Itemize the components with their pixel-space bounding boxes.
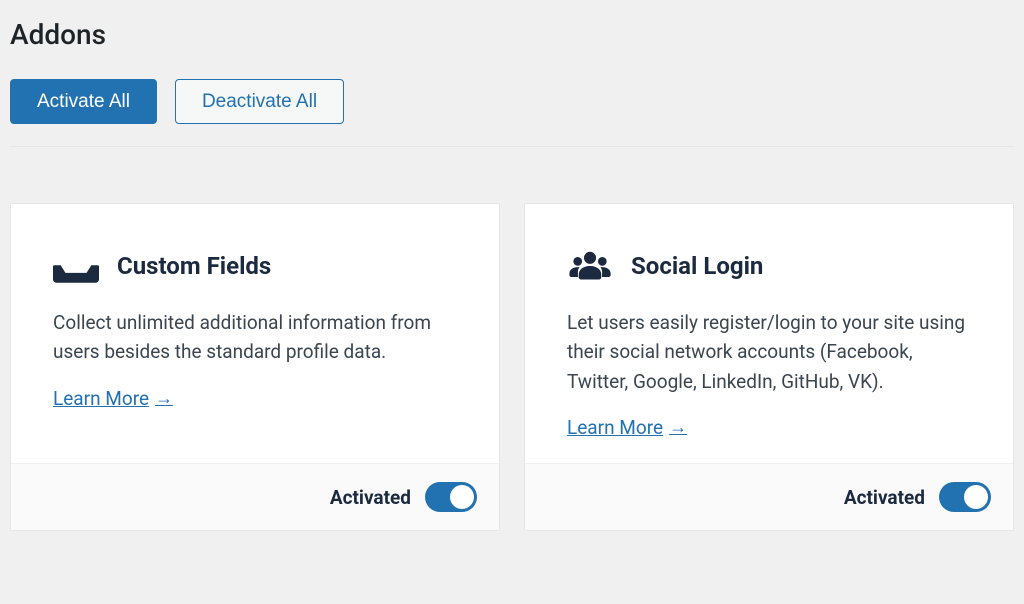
addon-title: Custom Fields: [117, 252, 271, 280]
page-title: Addons: [10, 0, 1014, 79]
addon-description: Let users easily register/login to your …: [567, 308, 971, 396]
learn-more-link[interactable]: Learn More →: [567, 416, 687, 439]
addon-title: Social Login: [631, 252, 763, 280]
users-icon: [567, 248, 613, 284]
learn-more-label: Learn More: [53, 387, 149, 410]
deactivate-all-button[interactable]: Deactivate All: [175, 79, 344, 124]
learn-more-label: Learn More: [567, 416, 663, 439]
arrow-right-icon: →: [155, 388, 173, 409]
activate-all-button[interactable]: Activate All: [10, 79, 157, 124]
learn-more-link[interactable]: Learn More →: [53, 387, 173, 410]
status-badge: Activated: [844, 486, 925, 509]
arrow-right-icon: →: [669, 417, 687, 438]
status-badge: Activated: [330, 486, 411, 509]
addon-description: Collect unlimited additional information…: [53, 308, 457, 367]
activate-toggle[interactable]: [939, 482, 991, 512]
addon-card-custom-fields: Custom Fields Collect unlimited addition…: [10, 203, 500, 531]
actions-bar: Activate All Deactivate All: [10, 79, 1014, 147]
activate-toggle[interactable]: [425, 482, 477, 512]
addon-card-social-login: Social Login Let users easily register/l…: [524, 203, 1014, 531]
inbox-icon: [53, 248, 99, 284]
addon-cards: Custom Fields Collect unlimited addition…: [10, 203, 1014, 531]
